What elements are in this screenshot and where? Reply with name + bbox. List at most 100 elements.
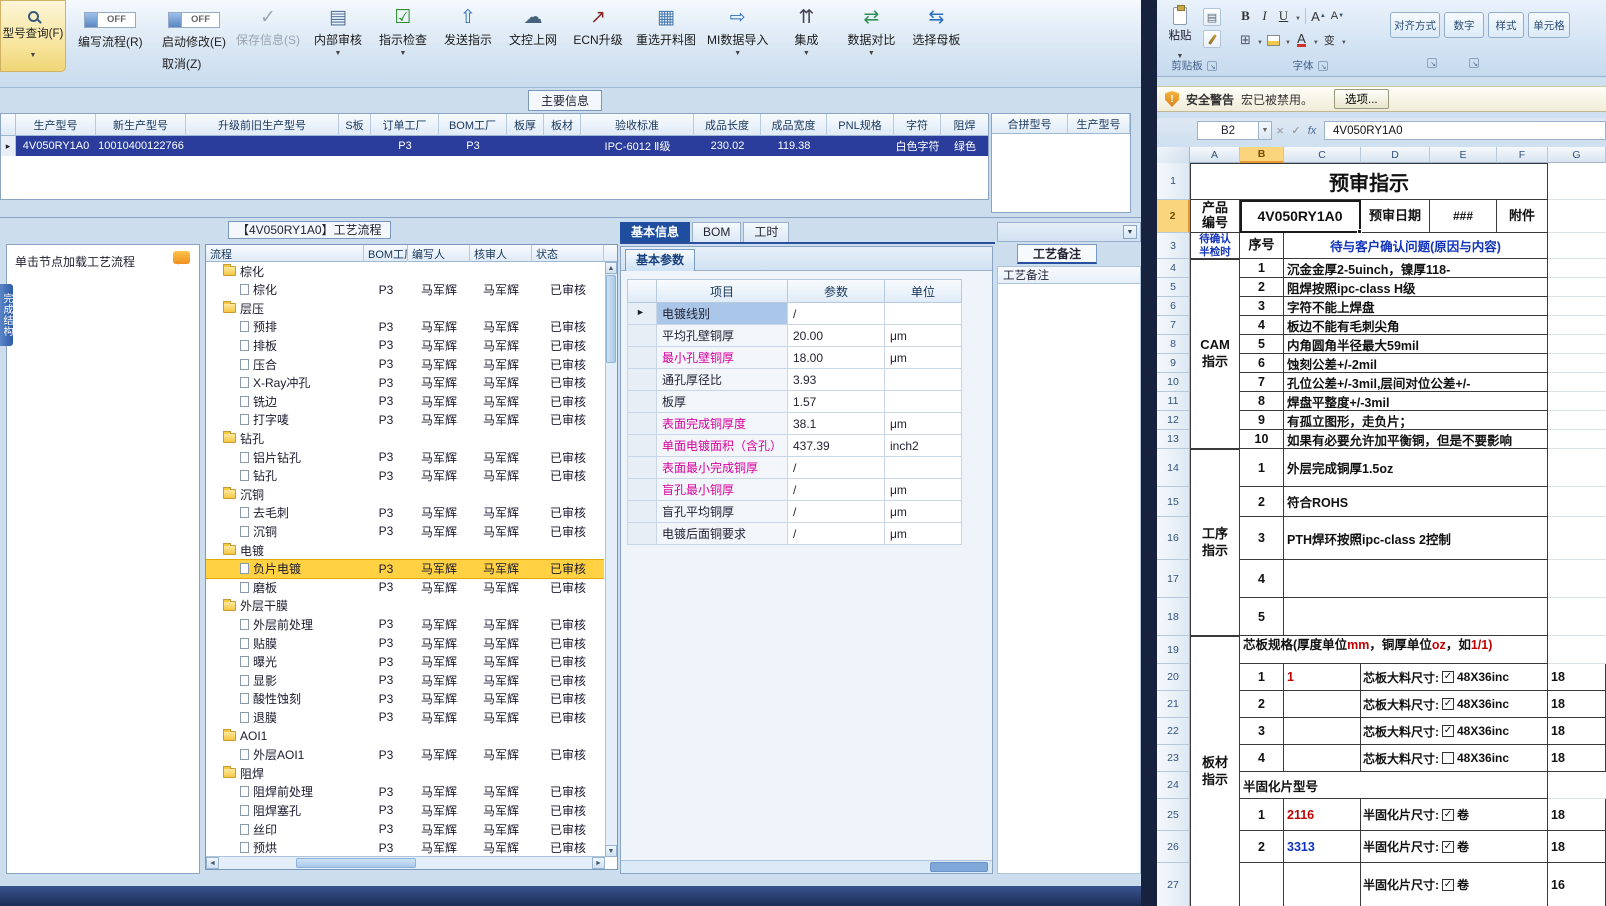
toolbar-button[interactable]: ☁文控上网▼ [506,6,560,62]
scroll-right-icon[interactable]: ► [592,857,605,869]
borders-icon[interactable] [1237,31,1254,49]
flow-node-row[interactable]: 阻焊 [206,764,604,782]
empty-cell[interactable] [1548,354,1606,373]
toolbar-button[interactable]: ⇈ 集成 ▼ [779,6,833,62]
sheet-cell[interactable]: 外层完成铜厚1.5oz [1284,449,1548,487]
sheet-cell[interactable]: 2 [1240,831,1284,863]
row-header[interactable]: 23 [1157,745,1190,772]
column-header[interactable]: E [1430,147,1497,163]
row-header[interactable]: 19 [1157,636,1190,664]
increase-font-icon[interactable] [1310,7,1327,25]
flow-node-row[interactable]: AOI1 [206,727,604,745]
empty-cell[interactable] [1548,200,1606,233]
sheet-cell[interactable]: 产品 编号 [1190,200,1240,233]
checkbox-icon[interactable] [1442,752,1454,764]
italic-icon[interactable] [1256,7,1273,25]
flow-node-row[interactable]: 棕化 [206,262,604,280]
sheet-cell[interactable]: 18 [1548,799,1606,831]
sheet-cell[interactable]: 有孤立图形，走负片； [1284,411,1548,430]
sheet-cell[interactable]: 芯板规格(厚度单位 mm ，铜厚单位 oz ，如 1/1) [1240,636,1548,664]
tree-hscrollbar[interactable]: ◄ ► [206,856,605,869]
row-header[interactable]: 2 [1157,200,1190,233]
copy-button[interactable] [1203,8,1221,26]
empty-cell[interactable] [1548,598,1606,636]
flow-node-row[interactable]: 负片电镀 P3 马军辉 马军辉 已审核 [206,558,604,579]
detail-hscrollbar[interactable] [621,860,992,873]
fx-icon[interactable] [1304,121,1320,140]
decrease-font-icon[interactable] [1329,7,1346,25]
column-header[interactable]: BOM工厂 [439,114,507,136]
row-header[interactable]: 24 [1157,772,1190,799]
scroll-thumb[interactable] [930,862,988,872]
column-header[interactable]: S板 [339,114,371,136]
sheet-cell[interactable]: 阻焊按照ipc-class H级 [1284,278,1548,297]
flow-node-row[interactable]: 曝光 P3 马军辉 马军辉 已审核 [206,653,604,671]
toolbar-button[interactable]: ☑ 指示检查 ▼ [376,6,430,62]
sheet-cell[interactable]: 4V050RY1A0 [1240,200,1361,233]
column-header[interactable]: B [1240,147,1284,163]
chevron-down-icon[interactable]: ▼ [868,50,875,62]
column-header[interactable]: 订单工厂 [371,114,439,136]
dialog-launcher-icon[interactable] [1469,58,1479,68]
sheet-cell[interactable]: 1 [1240,799,1284,831]
empty-cell[interactable] [1548,297,1606,316]
sheet-cell[interactable]: 内角圆角半径最大59mil [1284,335,1548,354]
flow-node-row[interactable]: 丝印 P3 马军辉 马军辉 已审核 [206,820,604,838]
sheet-cell[interactable]: 10 [1240,430,1284,449]
sheet-cell[interactable]: 符合ROHS [1284,487,1548,517]
param-name[interactable]: 盲孔平均铜厚 [657,501,788,523]
write-flow-toggle[interactable]: OFF [84,12,136,28]
column-header[interactable]: 编写人 [408,245,470,262]
sheet-cell[interactable]: PTH焊环按照ipc-class 2控制 [1284,517,1548,560]
checkbox-icon[interactable]: ✓ [1442,840,1454,853]
param-name[interactable]: 最小孔壁铜厚 [657,347,788,369]
collapse-arrow-button[interactable] [1123,225,1137,239]
empty-cell[interactable] [1548,430,1606,449]
flow-node-row[interactable]: 磨板 P3 马军辉 马军辉 已审核 [206,578,604,596]
column-header[interactable]: BOM工厂 [364,245,408,262]
checkbox-icon[interactable]: ✓ [1442,808,1454,821]
chevron-down-icon[interactable]: ▼ [734,50,741,62]
sheet-cell[interactable]: 预审日期 [1361,200,1430,233]
sheet-cell[interactable]: 18 [1548,718,1606,745]
sheet-cell[interactable]: 3313 [1284,831,1361,863]
empty-cell[interactable] [1548,373,1606,392]
sheet-cell[interactable] [1284,691,1361,718]
fill-color-icon[interactable] [1266,34,1280,46]
param-value[interactable]: / [788,501,885,523]
sheet-cell[interactable]: 孔位公差+/-3mil,层间对位公差+/- [1284,373,1548,392]
sheet-cell[interactable]: 半固化片尺寸: ✓ 卷 [1361,831,1548,863]
toolbar-button[interactable]: ⇄ 数据对比 ▼ [844,6,898,62]
column-header[interactable]: 参数 [788,279,885,303]
column-header[interactable]: 项目 [657,279,788,303]
sheet-cell[interactable]: 附件 [1497,200,1548,233]
param-name[interactable]: 电镀线别 [657,303,788,325]
sheet-cell[interactable]: 半固化片尺寸: ✓ 卷 [1361,799,1548,831]
param-value[interactable]: / [788,303,885,325]
row-header[interactable]: 26 [1157,831,1190,863]
flow-node-row[interactable]: 去毛刺 P3 马军辉 马军辉 已审核 [206,504,604,522]
flow-title-tab[interactable]: 【4V050RY1A0】工艺流程 [228,221,391,239]
toolbar-button[interactable]: ▦重选开料图▼ [636,6,696,62]
sheet-cell[interactable]: 8 [1240,392,1284,411]
checkbox-icon[interactable]: ✓ [1442,671,1454,683]
column-header[interactable]: 新生产型号 [96,114,186,136]
empty-cell[interactable] [1548,259,1606,278]
tab-bom[interactable]: BOM [692,222,742,242]
param-name[interactable]: 单面电镀面积（含孔） [657,435,788,457]
param-value[interactable]: / [788,523,885,545]
sheet-cell[interactable]: ### [1430,200,1497,233]
row-header[interactable]: 3 [1157,233,1190,259]
sheet-cell[interactable]: 待确认 半检时 [1190,233,1240,259]
column-header[interactable]: 合拼型号 [992,114,1068,134]
empty-cell[interactable] [1548,487,1606,517]
sheet-cell[interactable]: 半固化片尺寸: ✓ 卷 [1361,863,1548,906]
flow-node-row[interactable]: 排板 P3 马军辉 马军辉 已审核 [206,336,604,354]
row-selector[interactable] [627,303,657,325]
start-modify-button[interactable]: 启动修改(E) [162,33,226,50]
flow-node-row[interactable]: 钻孔 [206,429,604,447]
chevron-down-icon[interactable] [1284,31,1291,49]
empty-cell[interactable] [1548,316,1606,335]
tab-work-hours[interactable]: 工时 [743,222,790,242]
row-header[interactable]: 25 [1157,799,1190,831]
